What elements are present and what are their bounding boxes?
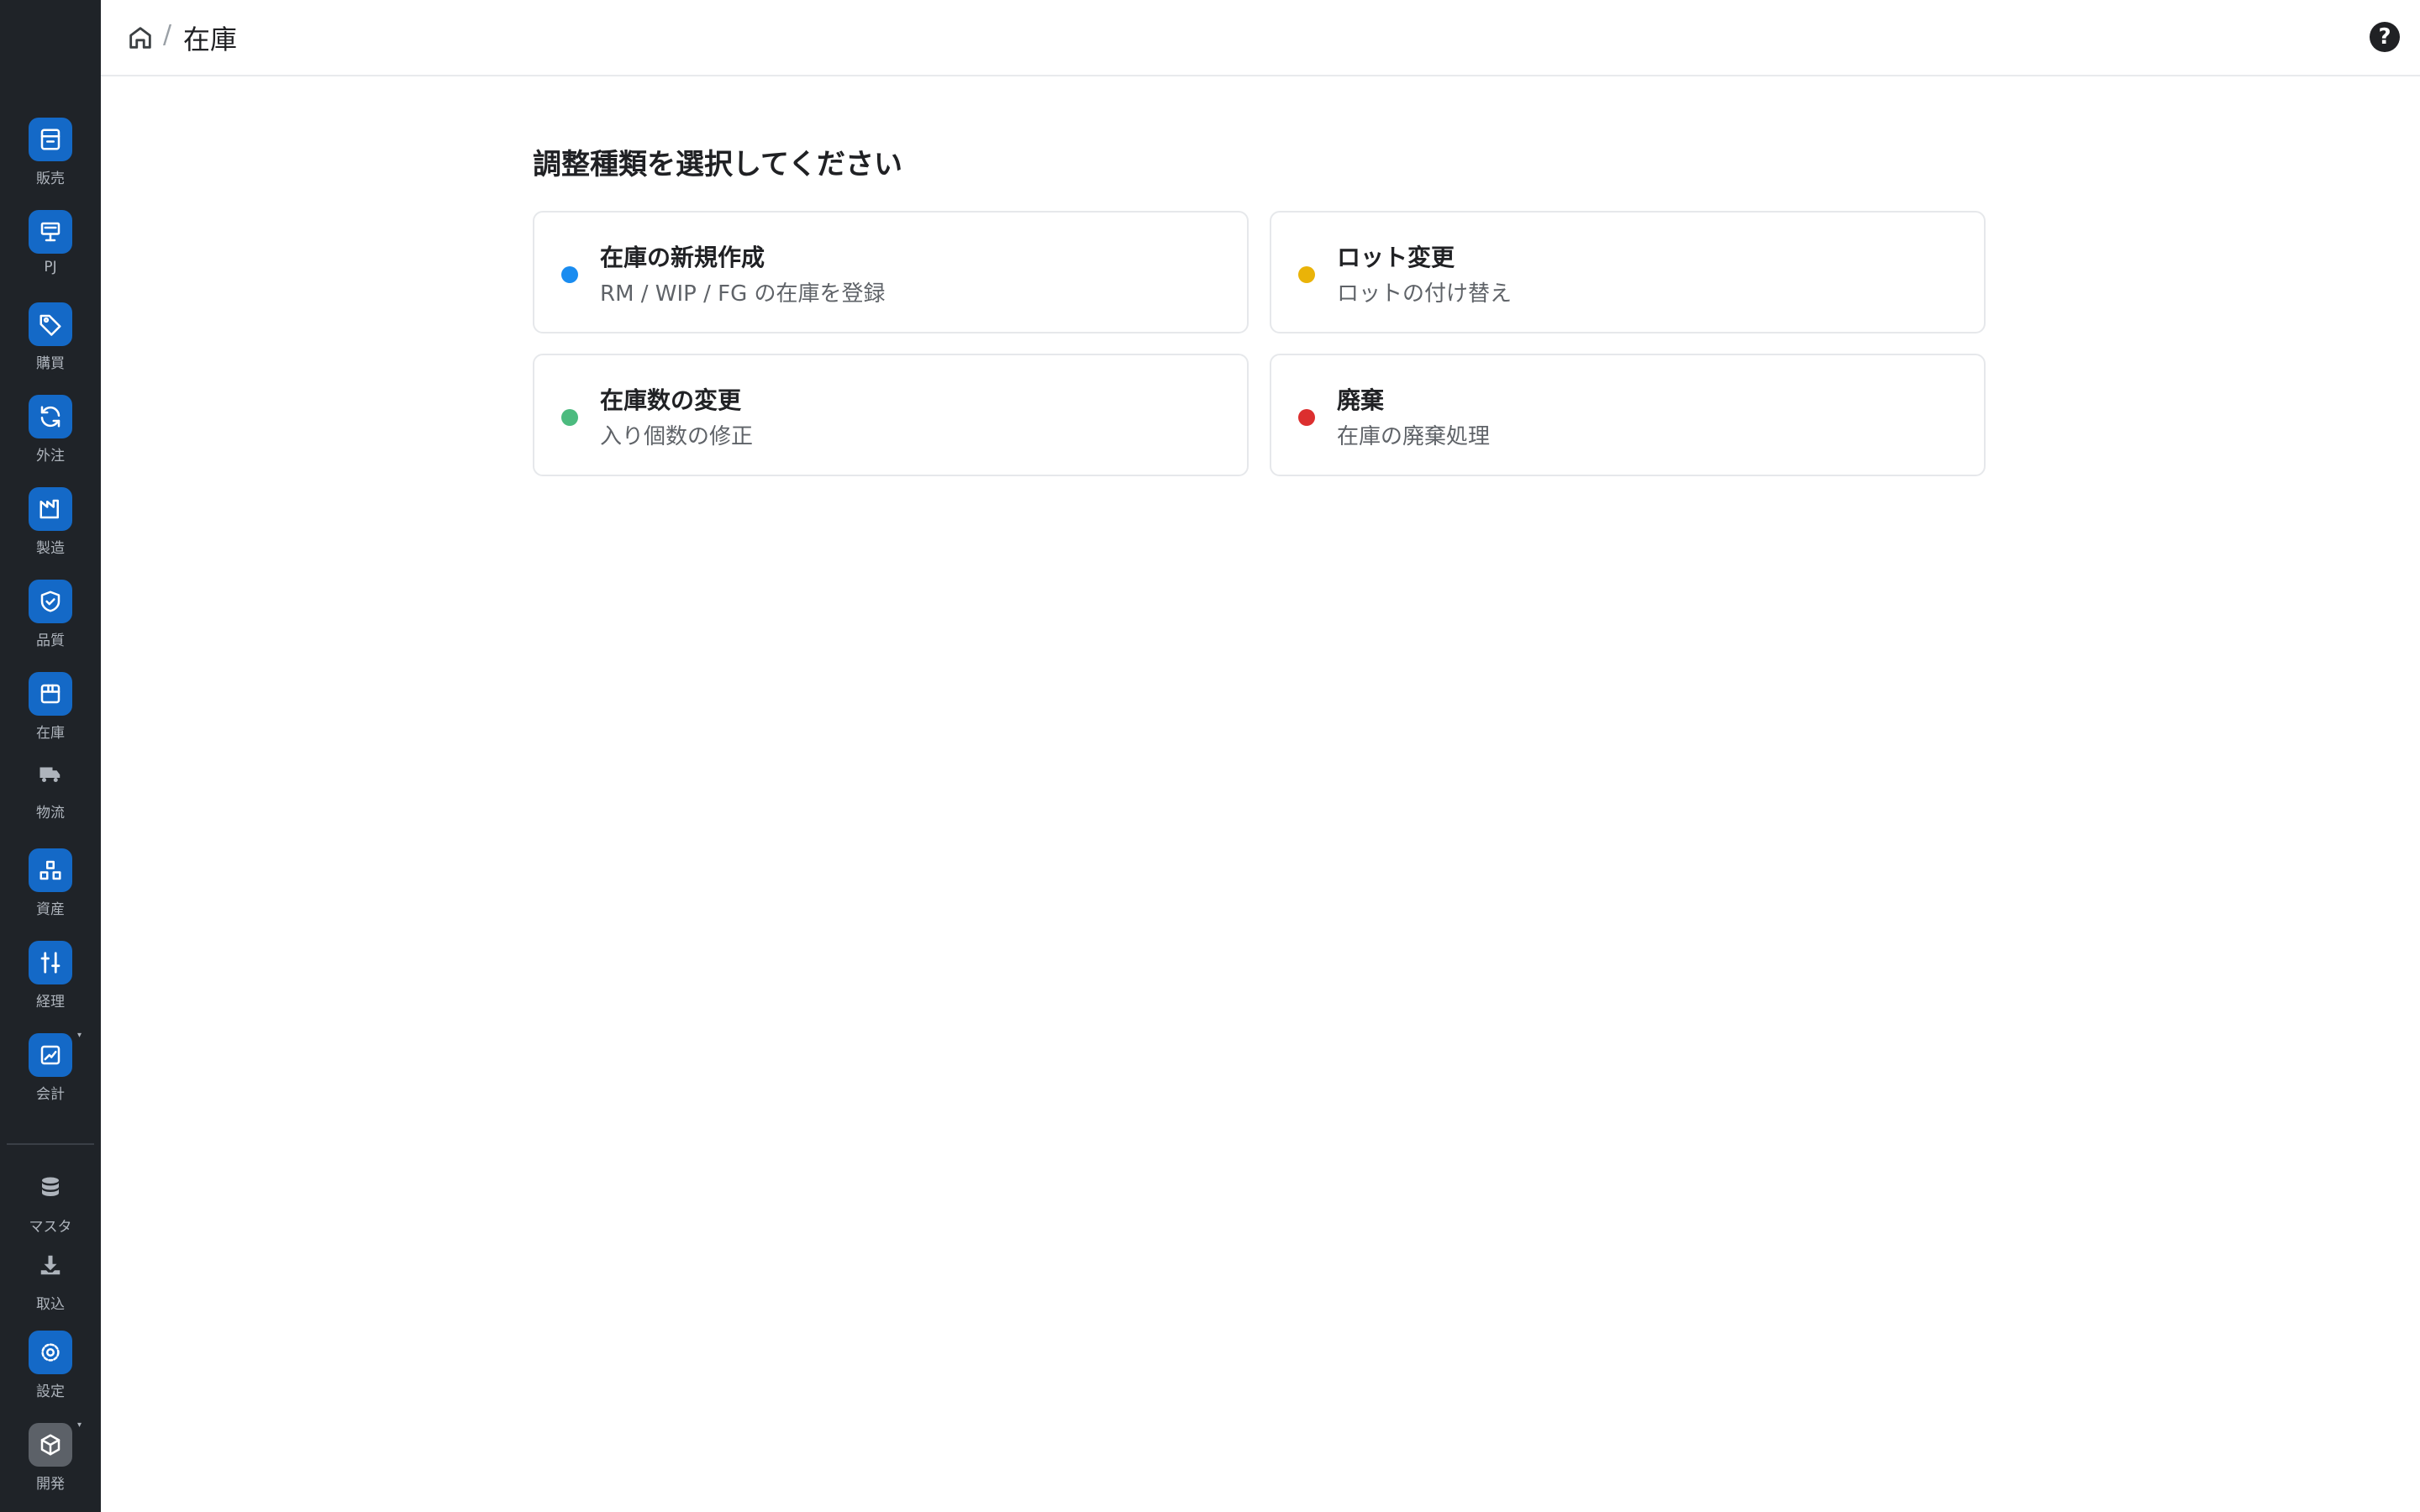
sidebar-item-accounting[interactable]: 経理 — [0, 941, 101, 1025]
sidebar-item-label: 開発 — [36, 1476, 65, 1493]
option-card-title: 廃棄 — [1337, 386, 1385, 414]
chart-icon — [29, 1033, 72, 1077]
sidebar-item-label: 購買 — [36, 355, 65, 372]
sidebar-item-assets[interactable]: 資産 — [0, 848, 101, 932]
status-dot-green — [561, 409, 578, 426]
sidebar-item-label: 設定 — [36, 1383, 65, 1400]
sidebar-item-inventory[interactable]: 在庫 — [0, 672, 101, 756]
sidebar-item-label: 物流 — [36, 805, 65, 822]
expand-indicator-icon: ▾ — [77, 1031, 82, 1040]
sidebar-item-label: 在庫 — [36, 725, 65, 742]
database-icon — [29, 1166, 72, 1210]
option-card-quantity-change[interactable]: 在庫数の変更 入り個数の修正 — [533, 354, 1249, 476]
app-window: 販売 PJ 購買 外注 製造 品質 在庫 物流 資産 経理 ▾ 会計 マスタ 取… — [0, 0, 2420, 1512]
sidebar-item-label: 製造 — [36, 540, 65, 557]
option-card-disposal[interactable]: 廃棄 在庫の廃棄処理 — [1270, 354, 1986, 476]
status-dot-yellow — [1298, 266, 1315, 283]
sliders-icon — [29, 941, 72, 984]
sidebar-item-sales[interactable]: 販売 — [0, 118, 101, 202]
sidebar-item-development[interactable]: ▾ 開発 — [0, 1420, 101, 1507]
presentation-icon — [29, 210, 72, 254]
option-card-description: ロットの付け替え — [1337, 281, 1512, 307]
sidebar-item-purchase[interactable]: 購買 — [0, 302, 101, 386]
sidebar-item-label: 品質 — [36, 633, 65, 649]
shield-check-icon — [29, 580, 72, 623]
sidebar-item-logistics[interactable]: 物流 — [0, 752, 101, 836]
option-card-title: ロット変更 — [1337, 244, 1455, 271]
tag-icon — [29, 302, 72, 346]
sidebar-item-label: 経理 — [36, 994, 65, 1011]
truck-icon — [29, 752, 72, 795]
option-card-title: 在庫の新規作成 — [600, 244, 765, 271]
option-card-description: 在庫の廃棄処理 — [1337, 424, 1491, 449]
sidebar-item-master[interactable]: マスタ — [0, 1166, 101, 1250]
status-dot-red — [1298, 409, 1315, 426]
sidebar-divider — [7, 1143, 94, 1145]
sidebar-item-outsourcing[interactable]: 外注 — [0, 395, 101, 479]
sidebar-item-label: 取込 — [36, 1296, 65, 1313]
sidebar-item-label: 販売 — [36, 171, 65, 187]
sidebar-item-finance[interactable]: ▾ 会計 — [0, 1031, 101, 1117]
sidebar-item-label: 外注 — [36, 448, 65, 465]
breadcrumb-current: 在庫 — [183, 24, 238, 55]
page-title: 調整種類を選択してください — [533, 148, 902, 181]
box-icon — [29, 672, 72, 716]
sidebar-item-quality[interactable]: 品質 — [0, 580, 101, 664]
top-header: / 在庫 ? — [101, 0, 2420, 76]
option-card-lot-change[interactable]: ロット変更 ロットの付け替え — [1270, 211, 1986, 333]
option-card-description: RM / WIP / FG の在庫を登録 — [600, 281, 886, 307]
download-icon — [29, 1243, 72, 1287]
factory-icon — [29, 487, 72, 531]
sidebar-item-label: 資産 — [36, 901, 65, 918]
sidebar-item-pj[interactable]: PJ — [0, 210, 101, 294]
home-icon[interactable] — [126, 24, 155, 52]
sidebar-item-settings[interactable]: 設定 — [0, 1331, 101, 1415]
store-icon — [29, 118, 72, 161]
breadcrumb-separator: / — [163, 20, 172, 50]
help-icon[interactable]: ? — [2370, 22, 2400, 52]
expand-indicator-icon: ▾ — [77, 1420, 82, 1430]
refresh-icon — [29, 395, 72, 438]
option-card-description: 入り個数の修正 — [600, 424, 754, 449]
option-card-create-inventory[interactable]: 在庫の新規作成 RM / WIP / FG の在庫を登録 — [533, 211, 1249, 333]
sidebar-item-import[interactable]: 取込 — [0, 1243, 101, 1327]
gear-icon — [29, 1331, 72, 1374]
sidebar-item-label: マスタ — [29, 1219, 72, 1236]
sidebar: 販売 PJ 購買 外注 製造 品質 在庫 物流 資産 経理 ▾ 会計 マスタ 取… — [0, 0, 101, 1512]
status-dot-blue — [561, 266, 578, 283]
sidebar-item-label: PJ — [44, 259, 57, 276]
option-card-title: 在庫数の変更 — [600, 386, 742, 414]
sidebar-item-label: 会計 — [36, 1086, 65, 1103]
cube-icon — [29, 1423, 72, 1467]
sidebar-item-manufacturing[interactable]: 製造 — [0, 487, 101, 571]
boxes-icon — [29, 848, 72, 892]
